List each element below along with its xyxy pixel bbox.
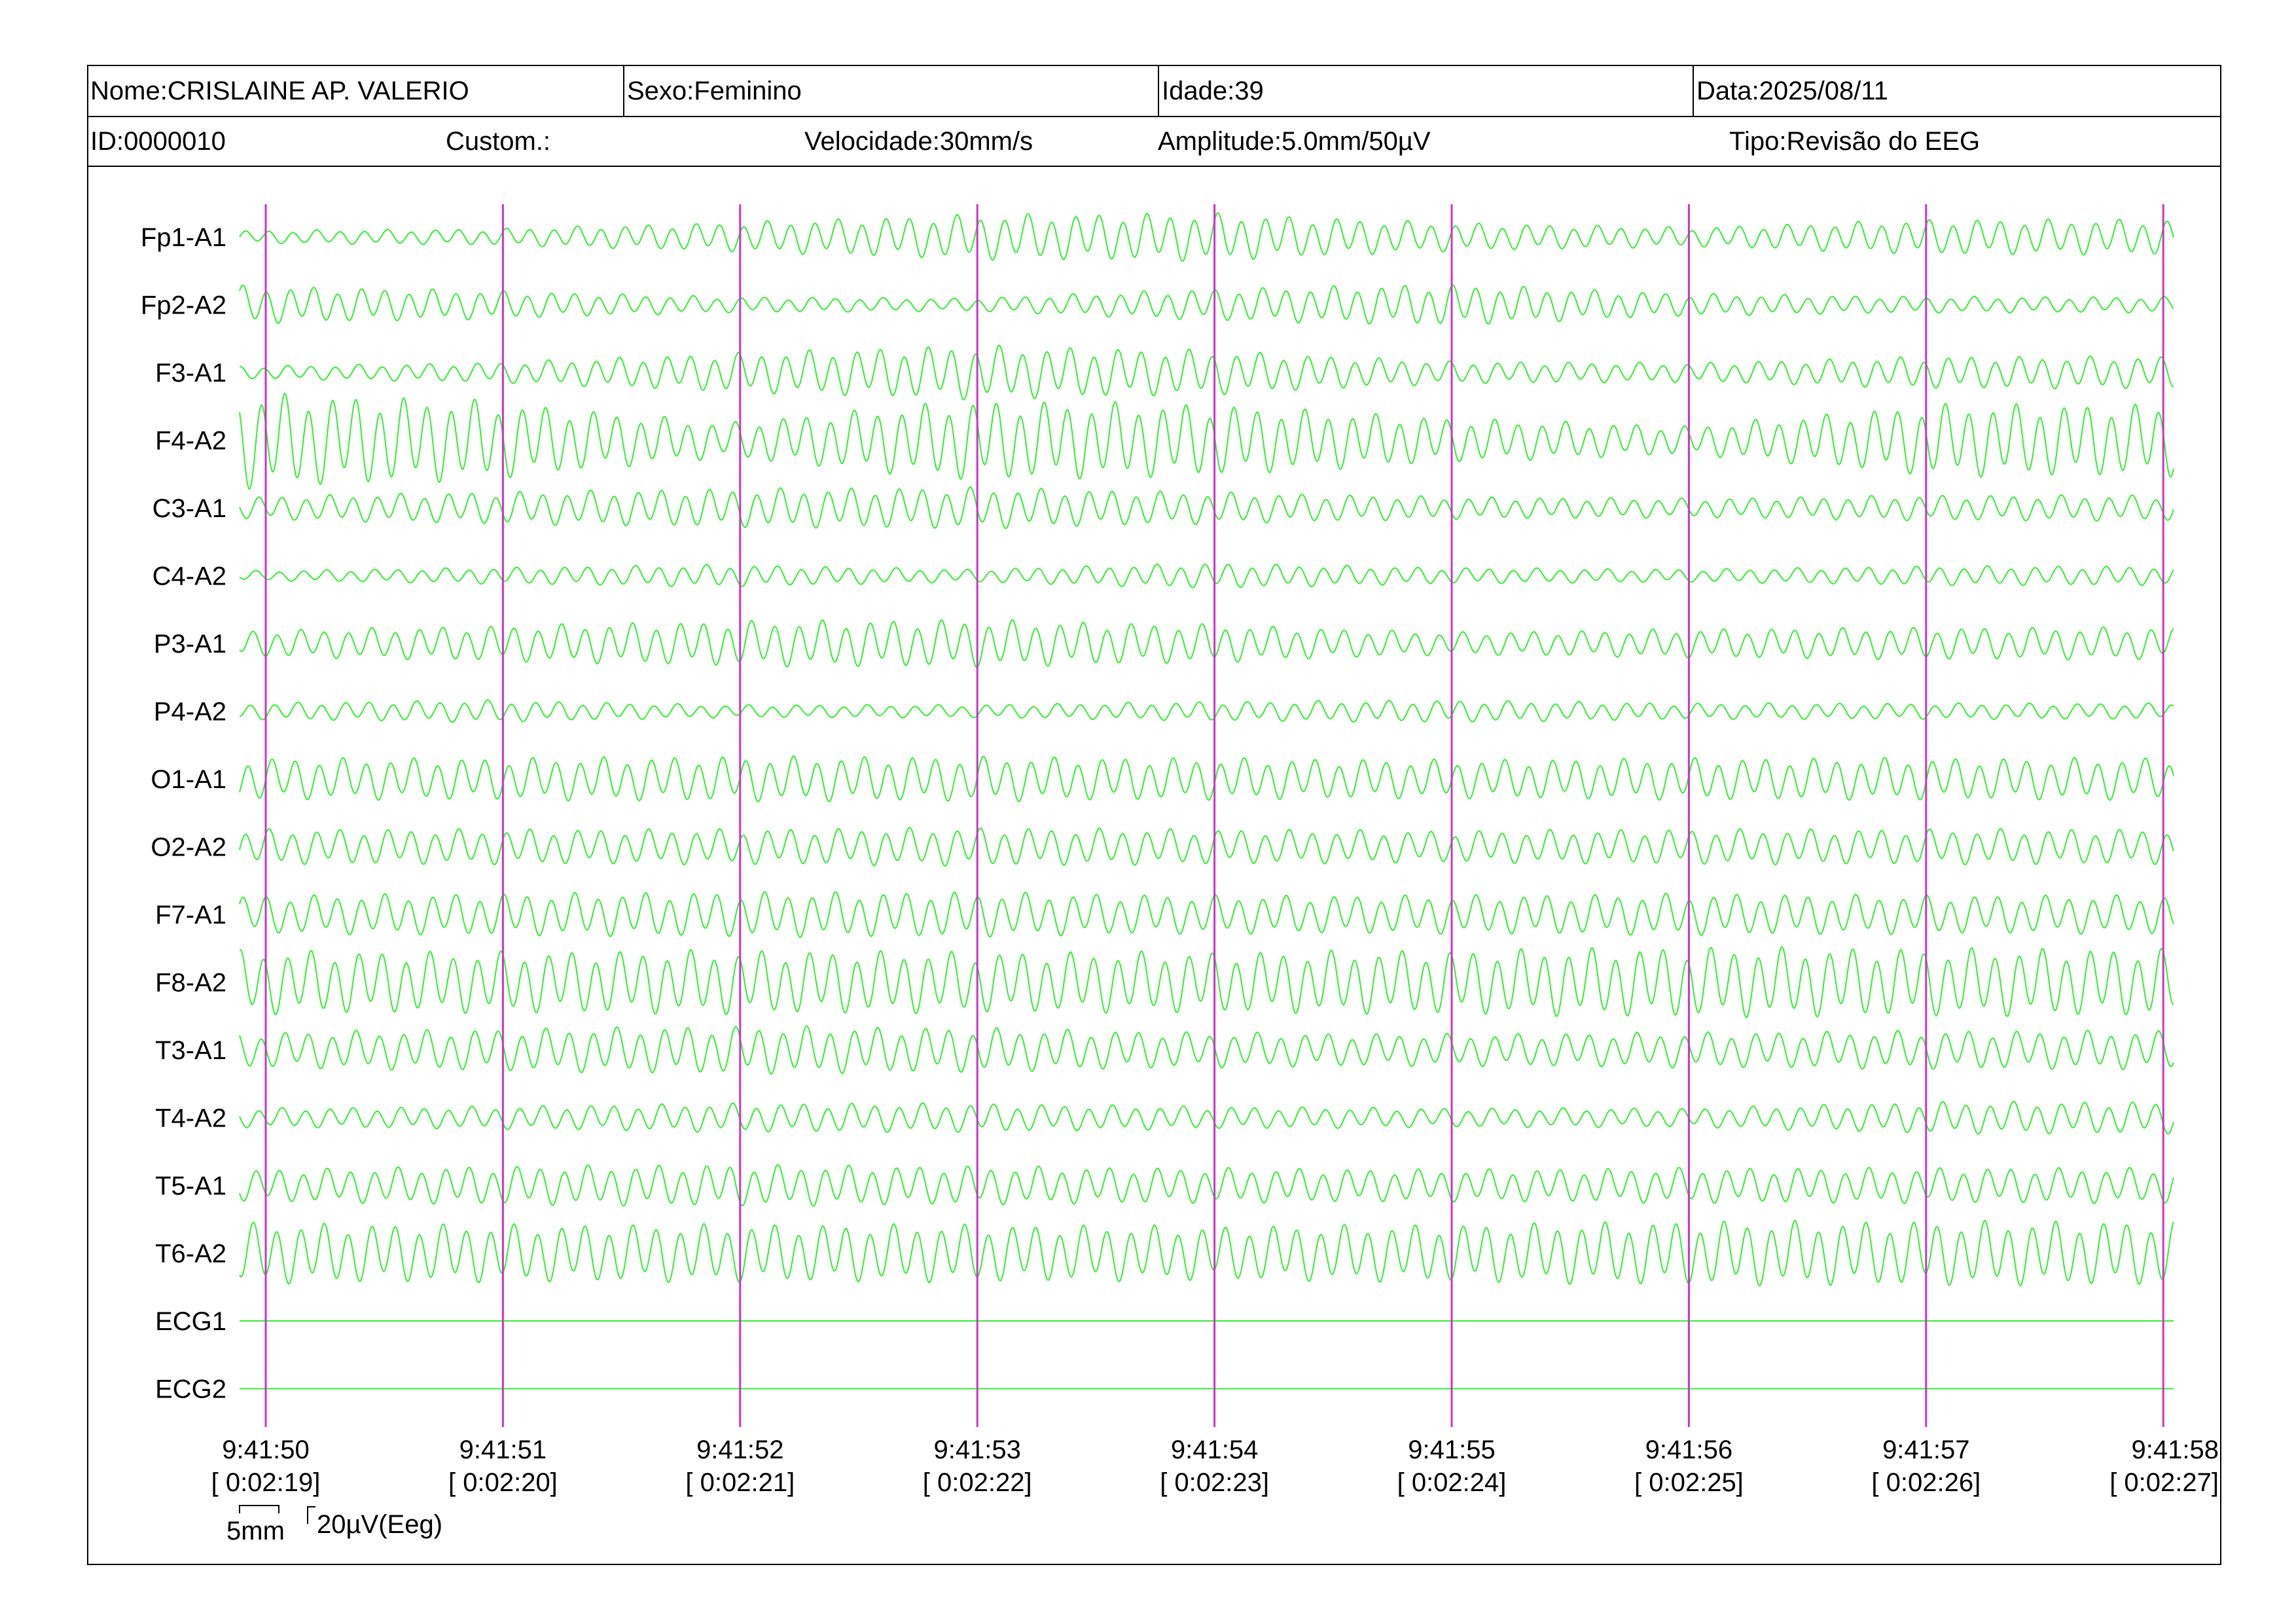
time-marker-clock: 9:41:54 (1171, 1435, 1258, 1464)
channel-trace (239, 827, 2174, 867)
time-marker-clock: 9:41:51 (459, 1435, 547, 1464)
time-marker-clock: 9:41:50 (222, 1435, 309, 1464)
channel-label: O2-A2 (151, 833, 226, 862)
time-marker-clock: 9:41:56 (1645, 1435, 1732, 1464)
channel-label: Fp2-A2 (141, 291, 226, 320)
channel-trace (239, 699, 2174, 723)
time-marker-clock: 9:41:58 (2132, 1435, 2219, 1464)
channel-trace (239, 344, 2174, 401)
time-marker-clock: 9:41:52 (696, 1435, 783, 1464)
channel-label: ECG2 (155, 1375, 226, 1404)
time-marker-clock: 9:41:55 (1408, 1435, 1495, 1464)
channel-trace (239, 1100, 2174, 1135)
channel-trace (239, 563, 2174, 588)
time-marker-elapsed: [ 0:02:23] (1160, 1468, 1269, 1497)
channel-trace (239, 392, 2174, 490)
channel-label: C4-A2 (152, 562, 226, 591)
channel-label: T4-A2 (155, 1104, 226, 1133)
eeg-trace-plot: Fp1-A1 Fp2-A2 F3-A1 F4-A2 C3-A1 C4-A2 P3-A1 P4-… (141, 204, 2219, 1545)
amplitude-scale-label: 20µV(Eeg) (317, 1510, 442, 1539)
time-marker-clock: 9:41:53 (933, 1435, 1020, 1464)
channel-label: F3-A1 (155, 359, 226, 388)
channel-label: T6-A2 (155, 1240, 226, 1269)
channel-trace (239, 891, 2174, 939)
channel-trace (239, 755, 2174, 803)
time-marker-elapsed: [ 0:02:25] (1634, 1468, 1744, 1497)
time-marker-elapsed: [ 0:02:22] (923, 1468, 1032, 1497)
time-marker-elapsed: [ 0:02:26] (1871, 1468, 1981, 1497)
channel-trace (239, 1164, 2174, 1207)
channel-label: ECG1 (155, 1307, 226, 1336)
channel-trace (239, 486, 2174, 530)
channel-trace (239, 619, 2174, 669)
time-marker-elapsed: [ 0:02:20] (448, 1468, 558, 1497)
time-marker-elapsed: [ 0:02:24] (1397, 1468, 1507, 1497)
channel-label: T5-A1 (155, 1172, 226, 1200)
channel-label: C3-A1 (152, 494, 226, 523)
time-marker-clock: 9:41:57 (1882, 1435, 1969, 1464)
channel-trace (239, 1025, 2174, 1075)
channel-label: F7-A1 (155, 901, 226, 929)
time-marker-elapsed: [ 0:02:19] (211, 1468, 321, 1497)
time-marker-elapsed: [ 0:02:27] (2109, 1468, 2219, 1497)
channel-label: F8-A2 (155, 969, 226, 998)
amplitude-scale-bar (307, 1506, 315, 1524)
time-marker-elapsed: [ 0:02:21] (685, 1468, 795, 1497)
time-scale-bar (239, 1505, 279, 1513)
channel-label: P3-A1 (154, 630, 226, 659)
channel-label: Fp1-A1 (141, 223, 226, 252)
channel-trace (239, 212, 2174, 262)
channel-label: F4-A2 (155, 427, 226, 456)
channel-trace (239, 284, 2174, 325)
time-scale-label: 5mm (226, 1517, 285, 1545)
channel-label: O1-A1 (151, 765, 226, 794)
channel-trace (239, 1219, 2174, 1287)
channel-label: P4-A2 (154, 698, 226, 727)
channel-label: T3-A1 (155, 1036, 226, 1065)
channel-trace (239, 946, 2174, 1019)
